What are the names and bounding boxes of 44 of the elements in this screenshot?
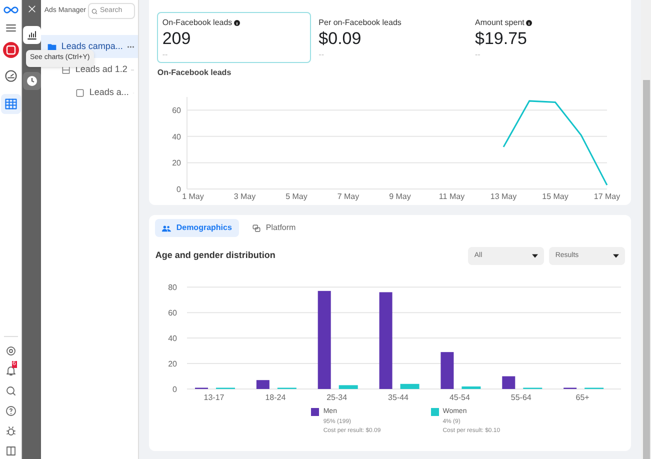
axis-label: 80 [168,283,178,292]
axis-label: 1 May [182,192,204,201]
axis-label: 20 [172,158,182,168]
axis-label: 5 May [286,192,308,201]
axis-label: 13-17 [204,393,225,402]
axis-label: 40 [168,334,178,344]
axis-label: 13 May [490,192,517,201]
section-title: Age and gender distribution [155,249,276,262]
metric-change: -- [162,49,169,61]
axis-label: 60 [172,106,182,116]
axis-label: 20 [168,360,178,369]
axis-label: 35-44 [388,393,409,402]
axis-label: 0 [176,185,182,194]
axis-label: 3 May [234,192,256,201]
metric-label: Amount spent [475,17,524,29]
metric-label: On-Facebook leads [162,17,232,29]
axis-label: 25-34 [326,393,348,402]
metric-value: 209 [162,29,192,49]
breakdown-tab[interactable]: Demographics [155,219,239,237]
axis-label: 18-24 [266,393,286,402]
axis-label: 60 [168,308,178,318]
metric-tile[interactable]: Per on-Facebook leads $0.09 -- [314,12,467,63]
metric-tile[interactable]: On-Facebook leads 209 -- [157,12,311,63]
campaign-name: Leads a... [89,86,129,99]
metric-value: $19.75 [475,29,528,49]
axis-label: 11 May [439,192,465,201]
axis-label: 45-54 [450,393,470,402]
axis-label: 0 [172,385,178,394]
metric-change: -- [318,49,325,61]
axis-label: 7 May [338,192,360,201]
metric-label: Per on-Facebook leads [318,17,402,29]
axis-label: 65+ [576,393,590,402]
campaign-tree-item[interactable]: Leads a... [41,81,138,104]
axis-label: 15 May [542,192,569,201]
metric-value: $0.09 [318,29,362,49]
axis-label: 55-64 [511,393,532,402]
axis-label: 17 May [594,192,620,201]
axis-label: 40 [172,132,182,142]
chart-title: On-Facebook leads [157,67,232,79]
campaign-name: Leads campa... [61,40,123,53]
metric-change: -- [475,49,482,61]
axis-label: 9 May [389,192,412,201]
breakdown-tab[interactable]: Platform [244,219,303,237]
metric-tile[interactable]: Amount spent $19.75 -- [470,12,624,63]
